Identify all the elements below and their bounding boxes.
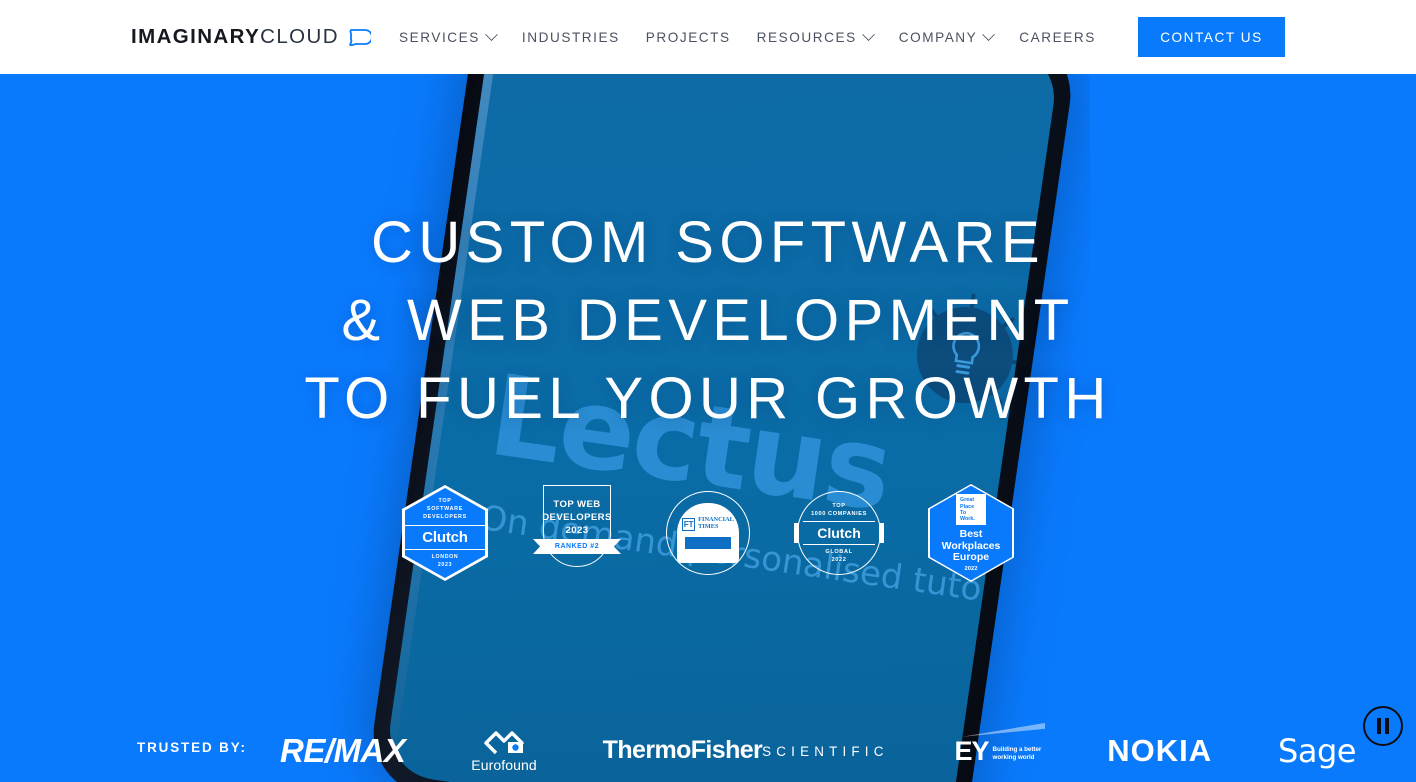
- badge-line-2: TIMES: [698, 523, 719, 530]
- nav-label: SERVICES: [399, 29, 480, 45]
- pause-button[interactable]: [1363, 706, 1403, 746]
- badge-ribbon: RANKED #2: [533, 538, 621, 555]
- logo-text-imaginary: IMAGINARY: [131, 25, 261, 48]
- trusted-by-label: TRUSTED BY:: [137, 740, 247, 755]
- badge-main-label: Clutch: [803, 521, 875, 545]
- nav-item-projects[interactable]: PROJECTS: [633, 30, 744, 45]
- ey-tagline-line-2: working world: [992, 753, 1035, 761]
- headline-line-3: TO FUEL YOUR GROWTH: [304, 366, 1112, 431]
- nav-label: INDUSTRIES: [521, 29, 620, 45]
- nav-label: RESOURCES: [756, 29, 857, 45]
- sage-logo[interactable]: Sage: [1278, 732, 1356, 770]
- remax-logo-text: RE/MAX: [280, 732, 406, 769]
- badge-line-4: 2022: [964, 565, 978, 572]
- badge-top-line-1: TOP: [832, 503, 846, 509]
- pause-icon-bar-right: [1385, 718, 1389, 734]
- thermo-fisher-name: ThermoFisher: [602, 736, 763, 765]
- badge-bottom-line-1: LONDON: [431, 554, 459, 560]
- nav-label: COMPANY: [898, 29, 978, 45]
- hero-headline: CUSTOM SOFTWARE & WEB DEVELOPMENT TO FUE…: [0, 204, 1416, 438]
- headline-line-1: CUSTOM SOFTWARE: [371, 210, 1045, 275]
- thermo-fisher-sub: SCIENTIFIC: [762, 744, 889, 760]
- badge-line-1: TOP WEB: [553, 499, 601, 510]
- badge-line-1: Best: [959, 528, 983, 541]
- badge-line-2: DEVELOPERS: [542, 512, 612, 523]
- badge-ribbon-label: RANKED #2: [533, 539, 621, 554]
- trusted-by-bar: TRUSTED BY: RE/MAX Eurofound ThermoFishe…: [0, 720, 1416, 782]
- badge-clutch-london[interactable]: TOP SOFTWARE DEVELOPERS Clutch LONDON 20…: [402, 485, 488, 581]
- ey-logo[interactable]: EY Building a better working world: [954, 722, 1046, 766]
- badge-top-line-3: DEVELOPERS: [423, 514, 467, 520]
- badge-main-label: Clutch: [402, 524, 488, 550]
- headline-line-2: & WEB DEVELOPMENT: [341, 288, 1075, 353]
- ey-tagline: Building a better working world: [993, 746, 1042, 763]
- contact-us-button[interactable]: CONTACT US: [1138, 17, 1285, 57]
- nav-item-resources[interactable]: RESOURCES: [744, 27, 886, 45]
- main-navigation: SERVICES INDUSTRIES PROJECTS RESOURCES C…: [399, 0, 1109, 74]
- badge-top-line-2: 1000 COMPANIES: [811, 511, 867, 517]
- thermo-fisher-logo[interactable]: ThermoFisher SCIENTIFIC: [603, 738, 889, 764]
- eurofound-mark-icon: [484, 730, 524, 754]
- nokia-logo-text: NOKIA: [1107, 733, 1213, 768]
- logo-text-cloud: CLOUD: [260, 25, 339, 48]
- chevron-down-icon: [861, 27, 875, 41]
- site-header: IMAGINARY CLOUD SERVICES INDUSTRIES PROJE…: [0, 0, 1416, 74]
- badge-clutch-global[interactable]: TOP 1000 COMPANIES Clutch GLOBAL 2022: [797, 491, 881, 575]
- nav-item-careers[interactable]: CAREERS: [1006, 30, 1109, 45]
- badge-top-line-1: TOP: [438, 498, 452, 504]
- sage-logo-text: Sage: [1278, 732, 1356, 770]
- badge-line-3: 2023: [565, 525, 589, 536]
- gptw-line-4: Work.: [960, 515, 975, 522]
- nav-item-services[interactable]: SERVICES: [399, 27, 509, 45]
- chevron-down-icon: [485, 27, 498, 41]
- ft-footer-strip: [685, 536, 731, 549]
- gptw-logo-box: Great Place To Work.: [956, 494, 986, 526]
- remax-logo[interactable]: RE/MAX: [280, 732, 406, 770]
- chat-bubble-icon: [348, 28, 371, 46]
- ey-tagline-line-1: Building a better: [992, 746, 1042, 754]
- nav-item-industries[interactable]: INDUSTRIES: [509, 30, 633, 45]
- pause-icon-bar-left: [1377, 718, 1381, 734]
- eurofound-logo-text: Eurofound: [471, 756, 537, 773]
- nav-label: CAREERS: [1019, 29, 1096, 45]
- badge-great-place-to-work[interactable]: Great Place To Work. Best Workplaces Eur…: [928, 484, 1014, 582]
- ey-beam-icon: [961, 722, 1046, 737]
- nokia-logo[interactable]: NOKIA: [1107, 733, 1212, 769]
- ey-logo-text: EY: [954, 735, 989, 766]
- client-logo-strip: RE/MAX Eurofound ThermoFisher SCIENTIFIC…: [280, 720, 1356, 782]
- badge-line-3: Europe: [952, 551, 990, 564]
- badge-top-line-2: SOFTWARE: [426, 506, 464, 512]
- badge-top-web-developers[interactable]: TOP WEB DEVELOPERS 2023 RANKED #2: [533, 485, 621, 581]
- award-badges: TOP SOFTWARE DEVELOPERS Clutch LONDON 20…: [0, 484, 1416, 582]
- nav-label: PROJECTS: [645, 29, 731, 45]
- nav-item-company[interactable]: COMPANY: [886, 27, 1007, 45]
- badge-bottom-line-2: 2023: [437, 562, 453, 568]
- badge-bottom-line-1: GLOBAL: [825, 549, 853, 555]
- chevron-down-icon: [982, 27, 996, 41]
- badge-financial-times[interactable]: FT FINANCIAL TIMES: [666, 491, 750, 575]
- hero-section: Lectus On demand personalised tutoring C…: [0, 74, 1416, 782]
- eurofound-logo[interactable]: Eurofound: [471, 730, 537, 773]
- site-logo[interactable]: IMAGINARY CLOUD: [131, 25, 371, 49]
- ft-monogram: FT: [682, 517, 696, 531]
- badge-bottom-line-2: 2022: [831, 557, 847, 563]
